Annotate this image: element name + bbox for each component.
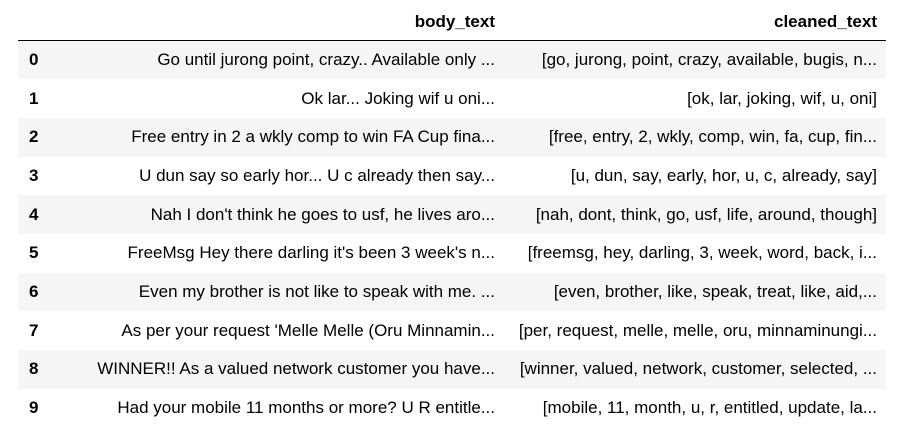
row-index: 1 xyxy=(29,88,39,108)
table-row: 6 Even my brother is not like to speak w… xyxy=(18,272,886,312)
row-index: 0 xyxy=(29,50,39,70)
row-index: 7 xyxy=(29,320,39,340)
index-column-header xyxy=(18,3,52,41)
cleaned-text-cell: [ok, lar, joking, wif, u, oni] xyxy=(687,88,877,108)
dataframe-output: body_text cleaned_text 0 Go until jurong… xyxy=(0,0,908,433)
body-text-cell: Even my brother is not like to speak wit… xyxy=(138,281,495,301)
table-body: 0 Go until jurong point, crazy.. Availab… xyxy=(18,40,886,428)
row-index: 8 xyxy=(29,359,39,379)
table-row: 2 Free entry in 2 a wkly comp to win FA … xyxy=(18,117,886,157)
row-index: 4 xyxy=(29,204,39,224)
table-row: 1 Ok lar... Joking wif u oni... [ok, lar… xyxy=(18,79,886,118)
cleaned-text-cell: [nah, dont, think, go, usf, life, around… xyxy=(535,204,877,224)
body-text-cell: Go until jurong point, crazy.. Available… xyxy=(157,50,495,70)
table-header: body_text cleaned_text xyxy=(18,3,886,41)
cleaned-text-cell: [even, brother, like, speak, treat, like… xyxy=(553,281,877,301)
table-row: 0 Go until jurong point, crazy.. Availab… xyxy=(18,40,886,80)
table-row: 5 FreeMsg Hey there darling it's been 3 … xyxy=(18,233,886,273)
cleaned-text-cell: [go, jurong, point, crazy, available, bu… xyxy=(541,50,877,70)
body-text-cell: Had your mobile 11 months or more? U R e… xyxy=(117,398,495,418)
cleaned-text-cell: [u, dun, say, early, hor, u, c, already,… xyxy=(570,165,877,185)
cleaned-text-cell: [per, request, melle, melle, oru, minnam… xyxy=(518,320,877,340)
table-row: 3 U dun say so early hor... U c already … xyxy=(18,156,886,196)
cleaned-text-cell: [freemsg, hey, darling, 3, week, word, b… xyxy=(527,243,877,263)
row-index: 9 xyxy=(29,398,39,418)
body-text-cell: U dun say so early hor... U c already th… xyxy=(139,165,495,185)
table-row: 7 As per your request 'Melle Melle (Oru … xyxy=(18,311,886,350)
row-index: 2 xyxy=(29,127,39,147)
header-row: body_text cleaned_text xyxy=(18,3,886,41)
row-index: 3 xyxy=(29,165,39,185)
table-row: 4 Nah I don't think he goes to usf, he l… xyxy=(18,195,886,234)
row-index: 6 xyxy=(29,281,39,301)
body-text-cell: FreeMsg Hey there darling it's been 3 we… xyxy=(127,243,495,263)
column-header-body-text: body_text xyxy=(52,3,504,41)
dataframe-table: body_text cleaned_text 0 Go until jurong… xyxy=(18,3,886,428)
table-row: 9 Had your mobile 11 months or more? U R… xyxy=(18,388,886,428)
cleaned-text-cell: [winner, valued, network, customer, sele… xyxy=(519,359,877,379)
table-row: 8 WINNER!! As a valued network customer … xyxy=(18,350,886,389)
body-text-cell: Free entry in 2 a wkly comp to win FA Cu… xyxy=(131,127,495,147)
row-index: 5 xyxy=(29,243,39,263)
body-text-cell: Nah I don't think he goes to usf, he liv… xyxy=(150,204,495,224)
cleaned-text-cell: [mobile, 11, month, u, r, entitled, upda… xyxy=(542,398,877,418)
column-header-cleaned-text: cleaned_text xyxy=(504,3,886,41)
body-text-cell: Ok lar... Joking wif u oni... xyxy=(301,88,495,108)
body-text-cell: WINNER!! As a valued network customer yo… xyxy=(97,359,495,379)
cleaned-text-cell: [free, entry, 2, wkly, comp, win, fa, cu… xyxy=(548,127,877,147)
body-text-cell: As per your request 'Melle Melle (Oru Mi… xyxy=(121,320,495,340)
